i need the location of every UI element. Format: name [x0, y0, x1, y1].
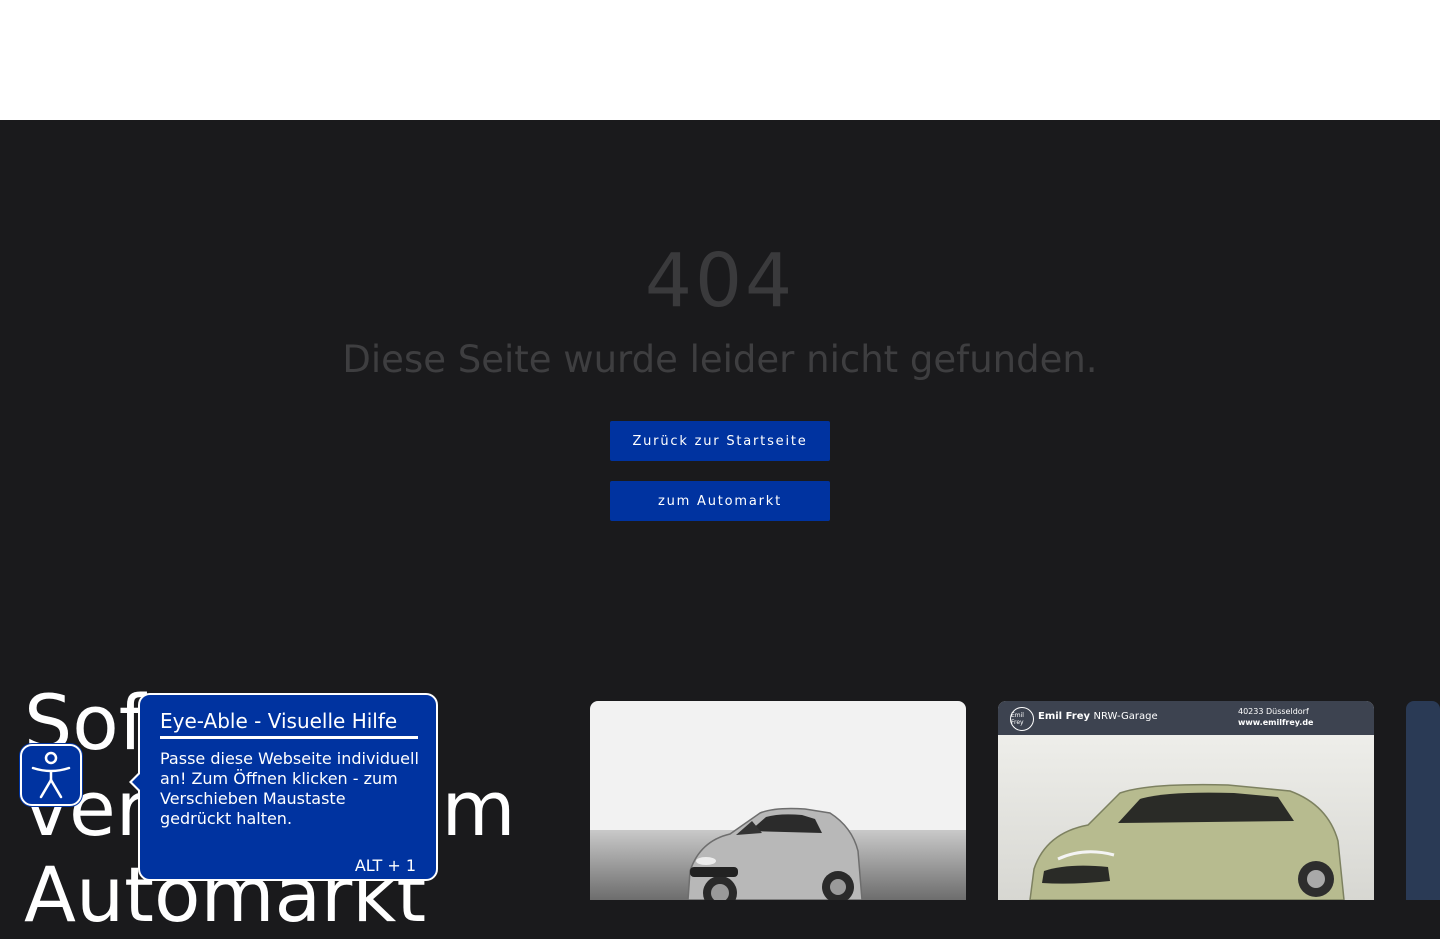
- tooltip-shortcut: ALT + 1: [354, 856, 416, 875]
- accessibility-button[interactable]: [20, 744, 82, 806]
- car-card[interactable]: [590, 701, 966, 900]
- back-to-home-button[interactable]: Zurück zur Startseite: [610, 421, 830, 461]
- site-header: [0, 0, 1440, 120]
- to-automarket-button[interactable]: zum Automarkt: [610, 481, 830, 521]
- tooltip-body: Passe diese Webseite individuell an! Zum…: [160, 749, 419, 828]
- error-code: 404: [644, 238, 796, 324]
- tooltip-title: Eye-Able - Visuelle Hilfe: [160, 709, 418, 739]
- car-card[interactable]: [1406, 701, 1440, 900]
- accessibility-tooltip: Eye-Able - Visuelle Hilfe Passe diese We…: [129, 693, 438, 881]
- tooltip-arrow-inner: [132, 774, 140, 790]
- car-image: [687, 807, 863, 900]
- error-message: Diese Seite wurde leider nicht gefunden.: [342, 338, 1098, 381]
- car-image: [1029, 783, 1345, 900]
- accessibility-person-icon: [31, 751, 71, 799]
- car-card[interactable]: Emil Frey Emil Frey NRW-Garage 40233 Düs…: [998, 701, 1374, 900]
